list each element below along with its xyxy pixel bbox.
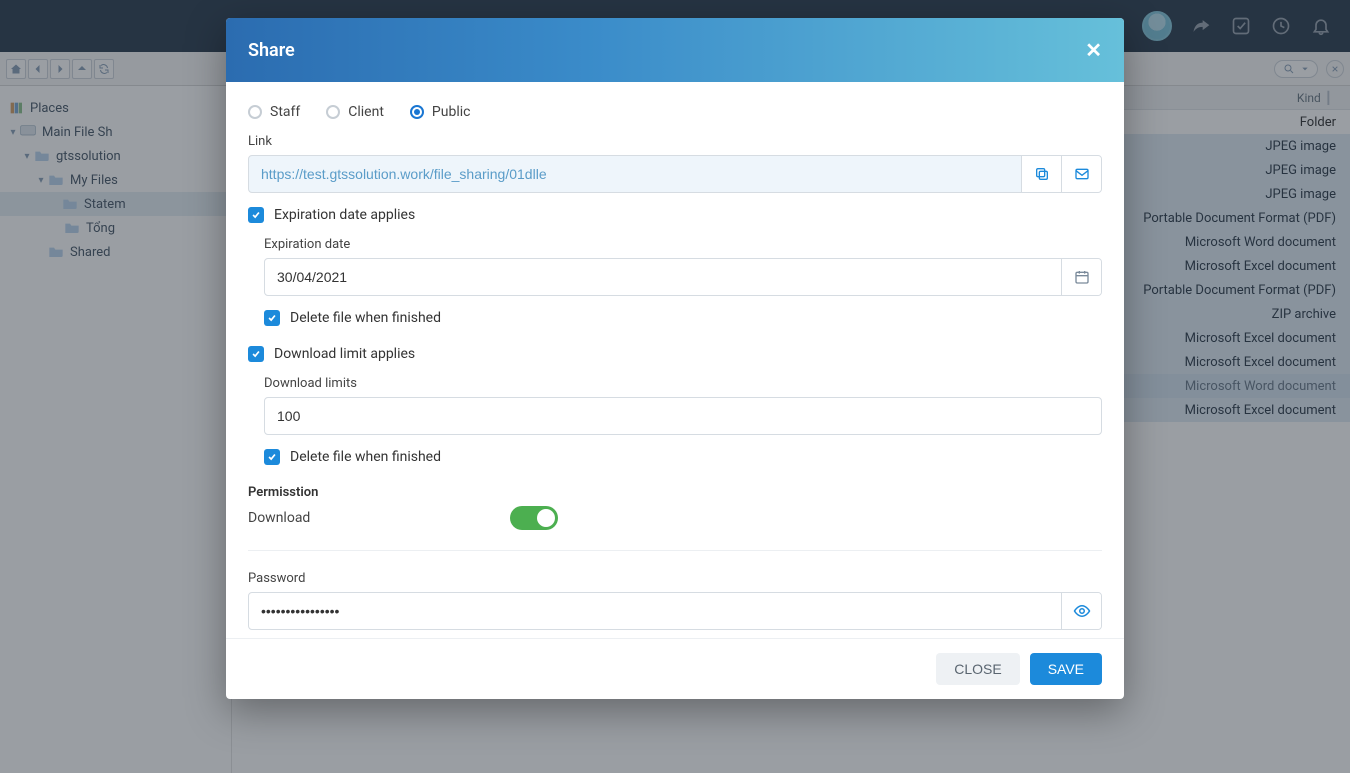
link-label: Link	[248, 134, 1102, 149]
modal-footer: CLOSE SAVE	[226, 638, 1124, 699]
eye-icon	[1073, 602, 1091, 620]
link-input-group	[248, 155, 1102, 193]
divider	[248, 550, 1102, 551]
checkbox-label: Expiration date applies	[274, 207, 415, 223]
download-permission-label: Download	[248, 510, 310, 526]
radio-label: Client	[348, 104, 384, 120]
radio-icon-checked	[410, 105, 424, 119]
checkbox-checked-icon	[264, 310, 280, 326]
modal-overlay: Share ✕ Staff Client Public Link	[0, 0, 1350, 773]
share-modal: Share ✕ Staff Client Public Link	[226, 18, 1124, 699]
expiration-date-input[interactable]	[265, 259, 1061, 295]
reveal-password-button[interactable]	[1061, 593, 1101, 629]
close-modal-icon[interactable]: ✕	[1085, 38, 1102, 62]
radio-client[interactable]: Client	[326, 104, 384, 120]
password-group	[248, 592, 1102, 630]
checkbox-checked-icon	[264, 449, 280, 465]
expiration-sub: Expiration date Delete file when finishe…	[264, 237, 1102, 326]
delete-when-finished-2-checkbox[interactable]: Delete file when finished	[264, 449, 1102, 465]
checkbox-label: Delete file when finished	[290, 449, 441, 465]
expiration-applies-checkbox[interactable]: Expiration date applies	[248, 207, 1102, 223]
download-limits-group	[264, 397, 1102, 435]
radio-public[interactable]: Public	[410, 104, 471, 120]
password-input[interactable]	[249, 593, 1061, 629]
checkbox-checked-icon	[248, 346, 264, 362]
download-toggle[interactable]	[510, 506, 558, 530]
radio-staff[interactable]: Staff	[248, 104, 300, 120]
radio-icon	[248, 105, 262, 119]
copy-icon	[1034, 166, 1050, 182]
password-label: Password	[248, 571, 1102, 586]
mail-icon	[1074, 166, 1090, 182]
permission-heading: Permisstion	[248, 485, 1102, 500]
close-button[interactable]: CLOSE	[936, 653, 1019, 685]
radio-icon	[326, 105, 340, 119]
download-limit-sub: Download limits Delete file when finishe…	[264, 376, 1102, 465]
save-button[interactable]: SAVE	[1030, 653, 1102, 685]
modal-header: Share ✕	[226, 18, 1124, 82]
download-limits-input[interactable]	[265, 398, 1101, 434]
share-link-input[interactable]	[249, 156, 1021, 192]
email-link-button[interactable]	[1061, 156, 1101, 192]
checkbox-label: Delete file when finished	[290, 310, 441, 326]
download-permission-row: Download	[248, 506, 1102, 530]
copy-link-button[interactable]	[1021, 156, 1061, 192]
radio-label: Public	[432, 104, 471, 120]
audience-radio-group: Staff Client Public	[248, 104, 1102, 120]
calendar-button[interactable]	[1061, 259, 1101, 295]
checkbox-checked-icon	[248, 207, 264, 223]
download-limits-label: Download limits	[264, 376, 1102, 391]
radio-label: Staff	[270, 104, 300, 120]
expiration-date-group	[264, 258, 1102, 296]
modal-body: Staff Client Public Link	[226, 82, 1124, 638]
calendar-icon	[1074, 269, 1090, 285]
checkbox-label: Download limit applies	[274, 346, 415, 362]
expiration-date-label: Expiration date	[264, 237, 1102, 252]
modal-title: Share	[248, 40, 295, 61]
download-limit-applies-checkbox[interactable]: Download limit applies	[248, 346, 1102, 362]
delete-when-finished-1-checkbox[interactable]: Delete file when finished	[264, 310, 1102, 326]
